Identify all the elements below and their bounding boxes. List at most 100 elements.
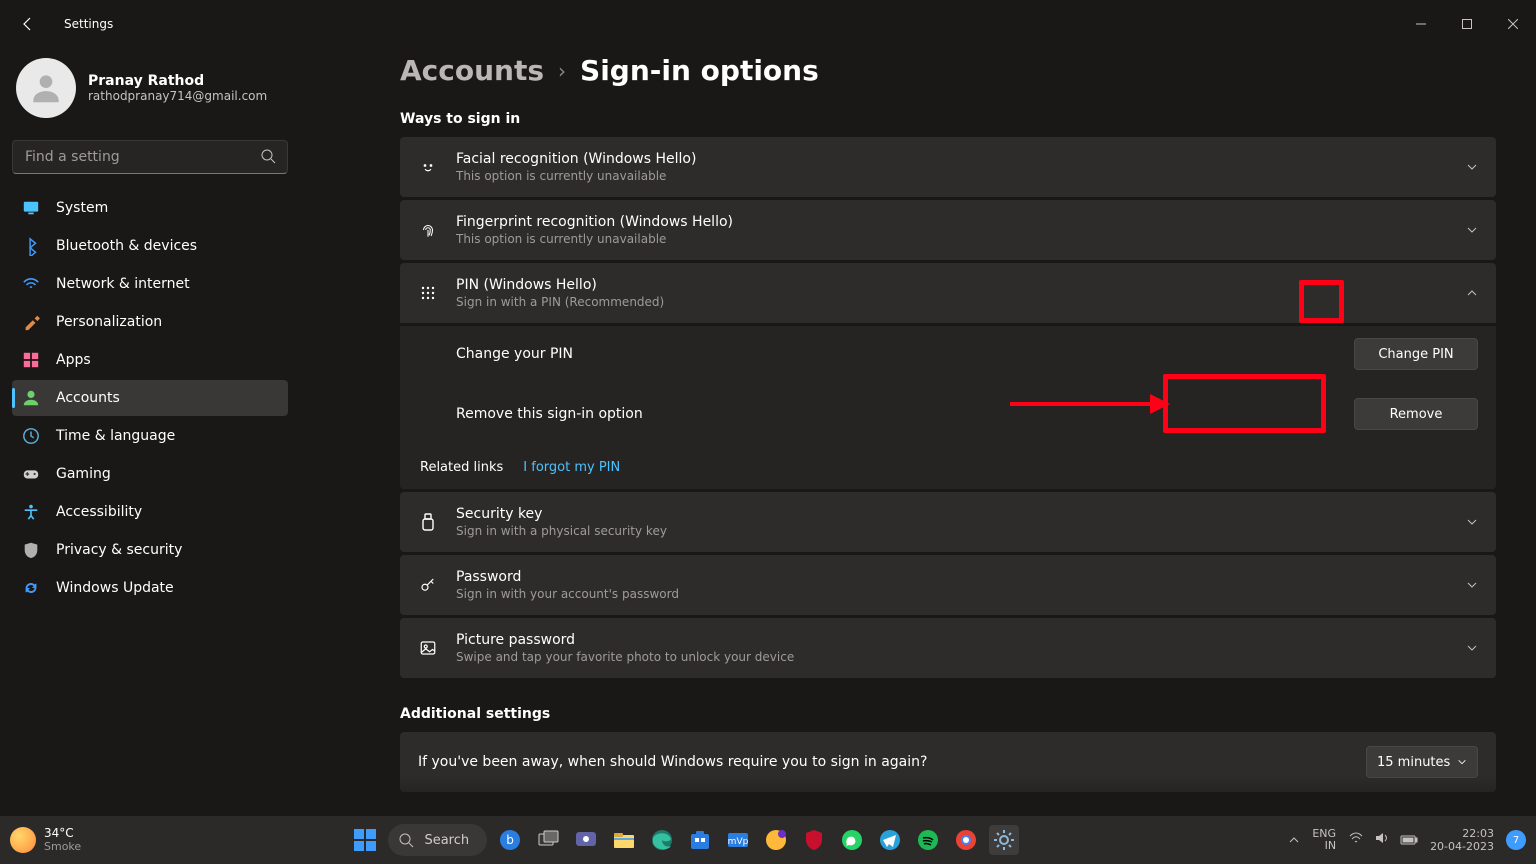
maximize-button[interactable] bbox=[1444, 8, 1490, 40]
taskbar-app-1[interactable]: mVp bbox=[723, 825, 753, 855]
chevron-down-icon[interactable] bbox=[1466, 576, 1478, 595]
close-button[interactable] bbox=[1490, 8, 1536, 40]
sidebar-item-bluetooth-devices[interactable]: Bluetooth & devices bbox=[12, 228, 288, 264]
weather-cond: Smoke bbox=[44, 840, 81, 853]
signin-pin[interactable]: PIN (Windows Hello) Sign in with a PIN (… bbox=[400, 263, 1496, 323]
change-pin-row: Change your PIN Change PIN bbox=[400, 326, 1496, 382]
away-timeout-row: If you've been away, when should Windows… bbox=[400, 732, 1496, 792]
sidebar-item-label: Privacy & security bbox=[56, 542, 182, 558]
sidebar-item-label: Windows Update bbox=[56, 580, 174, 596]
signin-subtitle: Sign in with a PIN (Recommended) bbox=[456, 295, 1448, 309]
sidebar-item-label: Accounts bbox=[56, 390, 120, 406]
forgot-pin-link[interactable]: I forgot my PIN bbox=[523, 460, 620, 475]
taskbar-app-chat[interactable] bbox=[571, 825, 601, 855]
signin-title: Picture password bbox=[456, 632, 1448, 648]
breadcrumb-parent[interactable]: Accounts bbox=[400, 54, 544, 87]
usb-key-icon bbox=[418, 513, 438, 531]
change-pin-label: Change your PIN bbox=[456, 346, 573, 362]
sidebar-item-accessibility[interactable]: Accessibility bbox=[12, 494, 288, 530]
signin-title: Security key bbox=[456, 506, 1448, 522]
signin-security-key[interactable]: Security key Sign in with a physical sec… bbox=[400, 492, 1496, 552]
signin-fingerprint[interactable]: Fingerprint recognition (Windows Hello) … bbox=[400, 200, 1496, 260]
taskbar-app-chrome[interactable] bbox=[951, 825, 981, 855]
taskbar-app-telegram[interactable] bbox=[875, 825, 905, 855]
sidebar-item-gaming[interactable]: Gaming bbox=[12, 456, 288, 492]
taskbar-app-copilot[interactable]: b bbox=[495, 825, 525, 855]
signin-subtitle: This option is currently unavailable bbox=[456, 232, 1448, 246]
weather-temp: 34°C bbox=[44, 827, 81, 840]
taskbar-app-settings[interactable] bbox=[989, 825, 1019, 855]
sidebar-item-network-internet[interactable]: Network & internet bbox=[12, 266, 288, 302]
titlebar: Settings bbox=[0, 0, 1536, 48]
away-timeout-label: If you've been away, when should Windows… bbox=[418, 754, 927, 770]
brush-icon bbox=[22, 313, 40, 331]
chevron-down-icon[interactable] bbox=[1466, 158, 1478, 177]
minimize-button[interactable] bbox=[1398, 8, 1444, 40]
start-button[interactable] bbox=[350, 825, 380, 855]
sidebar-item-apps[interactable]: Apps bbox=[12, 342, 288, 378]
chevron-down-icon[interactable] bbox=[1466, 513, 1478, 532]
sidebar-item-label: Bluetooth & devices bbox=[56, 238, 197, 254]
gamepad-icon bbox=[22, 465, 40, 483]
chevron-down-icon[interactable] bbox=[1466, 639, 1478, 658]
related-links-label: Related links bbox=[420, 460, 503, 475]
sidebar-item-personalization[interactable]: Personalization bbox=[12, 304, 288, 340]
sidebar-item-accounts[interactable]: Accounts bbox=[12, 380, 288, 416]
apps-icon bbox=[22, 351, 40, 369]
signin-password[interactable]: Password Sign in with your account's pas… bbox=[400, 555, 1496, 615]
sidebar-item-time-language[interactable]: Time & language bbox=[12, 418, 288, 454]
breadcrumb-current: Sign-in options bbox=[580, 54, 819, 87]
chevron-up-icon[interactable] bbox=[1466, 284, 1478, 303]
taskbar-app-2[interactable] bbox=[761, 825, 791, 855]
volume-icon[interactable] bbox=[1374, 830, 1390, 850]
accessibility-icon bbox=[22, 503, 40, 521]
signin-subtitle: This option is currently unavailable bbox=[456, 169, 1448, 183]
weather-widget[interactable]: 34°C Smoke bbox=[10, 827, 81, 853]
away-timeout-value: 15 minutes bbox=[1377, 755, 1450, 770]
language-indicator[interactable]: ENG IN bbox=[1312, 828, 1336, 852]
sidebar-item-windows-update[interactable]: Windows Update bbox=[12, 570, 288, 606]
notification-badge[interactable]: 7 bbox=[1506, 830, 1526, 850]
chevron-down-icon[interactable] bbox=[1466, 221, 1478, 240]
tray-overflow[interactable] bbox=[1288, 834, 1300, 846]
avatar bbox=[16, 58, 76, 118]
sidebar-item-system[interactable]: System bbox=[12, 190, 288, 226]
clock[interactable]: 22:03 20-04-2023 bbox=[1430, 827, 1494, 853]
taskbar-app-edge[interactable] bbox=[647, 825, 677, 855]
taskbar-app-taskview[interactable] bbox=[533, 825, 563, 855]
sidebar-item-label: Accessibility bbox=[56, 504, 142, 520]
key-icon bbox=[418, 576, 438, 594]
taskbar: 34°C Smoke Search b mVp ENG IN bbox=[0, 816, 1536, 864]
display-icon bbox=[22, 199, 40, 217]
remove-pin-button[interactable]: Remove bbox=[1354, 398, 1478, 430]
sidebar-item-label: System bbox=[56, 200, 108, 216]
back-button[interactable] bbox=[8, 4, 48, 44]
taskbar-app-mcafee[interactable] bbox=[799, 825, 829, 855]
remove-pin-row: Remove this sign-in option Remove bbox=[400, 382, 1496, 446]
wifi-icon[interactable] bbox=[1348, 830, 1364, 850]
section-ways-to-sign-in: Ways to sign in bbox=[400, 111, 1496, 127]
taskbar-app-store[interactable] bbox=[685, 825, 715, 855]
signin-picture-password[interactable]: Picture password Swipe and tap your favo… bbox=[400, 618, 1496, 678]
taskbar-app-whatsapp[interactable] bbox=[837, 825, 867, 855]
taskbar-app-spotify[interactable] bbox=[913, 825, 943, 855]
remove-pin-label: Remove this sign-in option bbox=[456, 406, 643, 422]
sidebar-item-label: Gaming bbox=[56, 466, 111, 482]
breadcrumb: Accounts › Sign-in options bbox=[400, 54, 1496, 87]
search-input[interactable] bbox=[12, 140, 288, 174]
search-icon bbox=[260, 148, 276, 168]
change-pin-button[interactable]: Change PIN bbox=[1354, 338, 1478, 370]
sidebar-item-privacy-security[interactable]: Privacy & security bbox=[12, 532, 288, 568]
taskbar-app-explorer[interactable] bbox=[609, 825, 639, 855]
sidebar-item-label: Time & language bbox=[56, 428, 175, 444]
away-timeout-select[interactable]: 15 minutes bbox=[1366, 746, 1478, 778]
taskbar-search[interactable]: Search bbox=[388, 824, 487, 856]
weather-icon bbox=[10, 827, 36, 853]
bluetooth-icon bbox=[22, 237, 40, 255]
signin-subtitle: Sign in with a physical security key bbox=[456, 524, 1448, 538]
battery-icon[interactable] bbox=[1400, 831, 1418, 850]
user-account-row[interactable]: Pranay Rathod rathodpranay714@gmail.com bbox=[12, 54, 288, 128]
signin-facial[interactable]: Facial recognition (Windows Hello) This … bbox=[400, 137, 1496, 197]
shield-icon bbox=[22, 541, 40, 559]
clock-icon bbox=[22, 427, 40, 445]
